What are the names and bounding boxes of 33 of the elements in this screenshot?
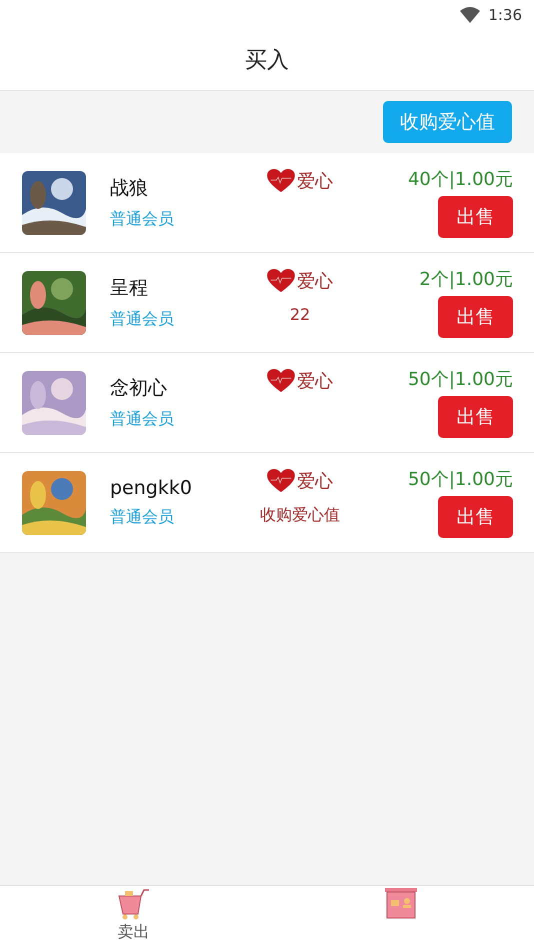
price-text: 50个|1.00元 xyxy=(408,468,513,491)
user-name: 呈程 xyxy=(110,276,149,301)
sell-button[interactable]: 出售 xyxy=(438,196,513,238)
love-label: 爱心 xyxy=(297,370,333,393)
wifi-icon xyxy=(460,7,480,23)
user-name: 战狼 xyxy=(110,176,149,201)
page-title: 买入 xyxy=(245,47,289,75)
heart-icon xyxy=(267,269,295,293)
heart-icon xyxy=(267,169,295,193)
cart-icon[interactable] xyxy=(116,888,150,920)
user-name: 念初心 xyxy=(110,376,168,401)
love-value: 22 xyxy=(290,305,310,324)
heart-icon xyxy=(267,469,295,493)
member-level: 普通会员 xyxy=(110,309,175,330)
love-label: 爱心 xyxy=(297,470,333,493)
member-level: 普通会员 xyxy=(110,507,175,528)
buy-love-button[interactable]: 收购爱心值 xyxy=(383,101,512,143)
user-name: pengkk0 xyxy=(110,477,193,499)
sell-button[interactable]: 出售 xyxy=(438,496,513,538)
clock-time: 1:36 xyxy=(488,6,522,24)
love-value: 收购爱心值 xyxy=(260,505,340,526)
price-text: 2个|1.00元 xyxy=(419,268,513,291)
shop-icon[interactable] xyxy=(384,888,418,920)
member-level: 普通会员 xyxy=(110,209,175,230)
price-text: 50个|1.00元 xyxy=(408,368,513,391)
price-text: 40个|1.00元 xyxy=(408,168,513,191)
tab-label[interactable]: 卖出 xyxy=(118,922,150,943)
sell-button[interactable]: 出售 xyxy=(438,296,513,338)
member-level: 普通会员 xyxy=(110,409,175,430)
love-label: 爱心 xyxy=(297,270,333,293)
heart-icon xyxy=(267,369,295,393)
love-label: 爱心 xyxy=(297,170,333,193)
sell-button[interactable]: 出售 xyxy=(438,396,513,438)
